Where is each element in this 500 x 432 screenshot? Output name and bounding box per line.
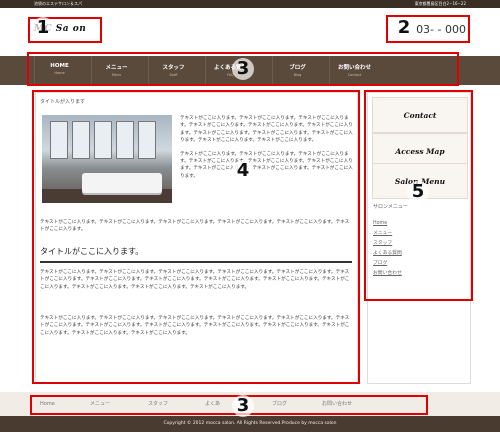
annotation-number: 2 [393,17,415,39]
annotation-box-footer-nav [30,395,428,415]
annotation-number: 3 [232,58,254,80]
top-strip: 池袋のエステサロン＆スパ 東京都豊島区目白2−16−22 [0,0,500,8]
copyright: Copyright © 2012 mocca salon. All Rights… [0,416,500,432]
annotation-number: 3 [232,395,254,417]
address: 東京都豊島区目白2−16−22 [414,1,466,6]
tagline: 池袋のエステサロン＆スパ [34,1,82,6]
annotation-number: 5 [407,181,429,203]
annotation-number: 1 [32,17,54,39]
annotation-number: 4 [232,160,254,182]
annotation-box-main [32,90,360,384]
